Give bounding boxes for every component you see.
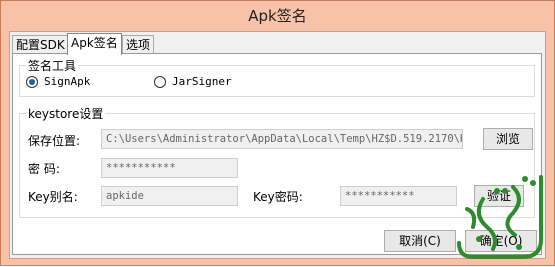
save-location-field[interactable]: C:\Users\Administrator\AppData\Local\Tem… (101, 129, 463, 149)
keystore-group-title: keystore设置 (26, 105, 106, 122)
password-label: 密 码: (28, 162, 60, 176)
key-password-label: Key密码: (253, 190, 303, 204)
radio-jarsigner-label: JarSigner (172, 75, 232, 88)
key-password-field[interactable]: *********** (340, 186, 457, 206)
key-alias-label: Key别名: (28, 190, 78, 204)
signing-tool-group: 签名工具 SignApk JarSigner (19, 57, 535, 97)
signing-tool-group-title: 签名工具 (26, 57, 79, 74)
key-alias-field[interactable]: apkide (101, 186, 238, 206)
dialog-window: Apk签名 配置SDK Apk签名 选项 签名工具 SignApk JarSig… (0, 0, 555, 266)
window-title: Apk签名 (248, 7, 307, 25)
radio-signapk[interactable]: SignApk (26, 75, 90, 88)
password-field[interactable]: *********** (101, 158, 238, 178)
tab-apk-signing[interactable]: Apk签名 (67, 33, 122, 55)
radio-jarsigner[interactable]: JarSigner (154, 75, 232, 88)
cancel-button[interactable]: 取消(C) (384, 230, 456, 252)
tab-configure-sdk[interactable]: 配置SDK (12, 35, 69, 54)
browse-button[interactable]: 浏览 (483, 128, 533, 150)
watermark-logo (457, 175, 543, 259)
radio-unselected-icon[interactable] (154, 75, 166, 88)
radio-signapk-label: SignApk (44, 75, 91, 88)
radio-selected-icon[interactable] (26, 75, 38, 88)
save-location-label: 保存位置: (28, 134, 81, 148)
tab-options[interactable]: 选项 (122, 35, 155, 54)
